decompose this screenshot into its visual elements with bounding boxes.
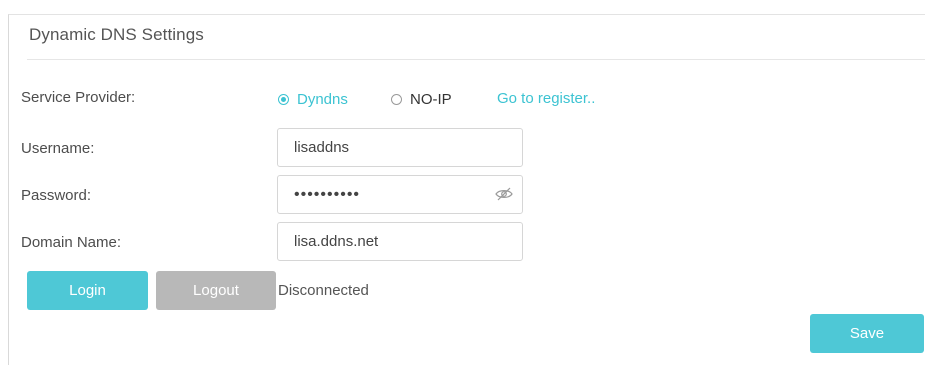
domain-name-input[interactable] [294, 223, 494, 260]
logout-button[interactable]: Logout [156, 271, 276, 310]
radio-dyndns[interactable]: Dyndns [278, 91, 348, 108]
eye-off-icon[interactable] [495, 187, 513, 201]
connection-status: Disconnected [278, 282, 369, 299]
password-field[interactable] [277, 175, 523, 214]
domain-name-field[interactable] [277, 222, 523, 261]
radio-noip[interactable]: NO-IP [391, 91, 452, 108]
service-provider-label: Service Provider: [21, 89, 136, 106]
panel-title: Dynamic DNS Settings [29, 25, 204, 44]
radio-noip-label[interactable]: NO-IP [410, 91, 452, 108]
domain-name-label: Domain Name: [21, 234, 122, 251]
radio-dyndns-indicator[interactable] [278, 94, 289, 105]
username-label: Username: [21, 140, 95, 157]
username-field[interactable] [277, 128, 523, 167]
title-divider [27, 59, 925, 60]
password-input[interactable] [294, 176, 494, 213]
save-button[interactable]: Save [810, 314, 924, 353]
username-input[interactable] [294, 129, 494, 166]
radio-noip-indicator[interactable] [391, 94, 402, 105]
password-label: Password: [21, 187, 92, 204]
login-button[interactable]: Login [27, 271, 148, 310]
radio-dyndns-label[interactable]: Dyndns [297, 91, 348, 108]
go-to-register-link[interactable]: Go to register.. [497, 90, 595, 107]
